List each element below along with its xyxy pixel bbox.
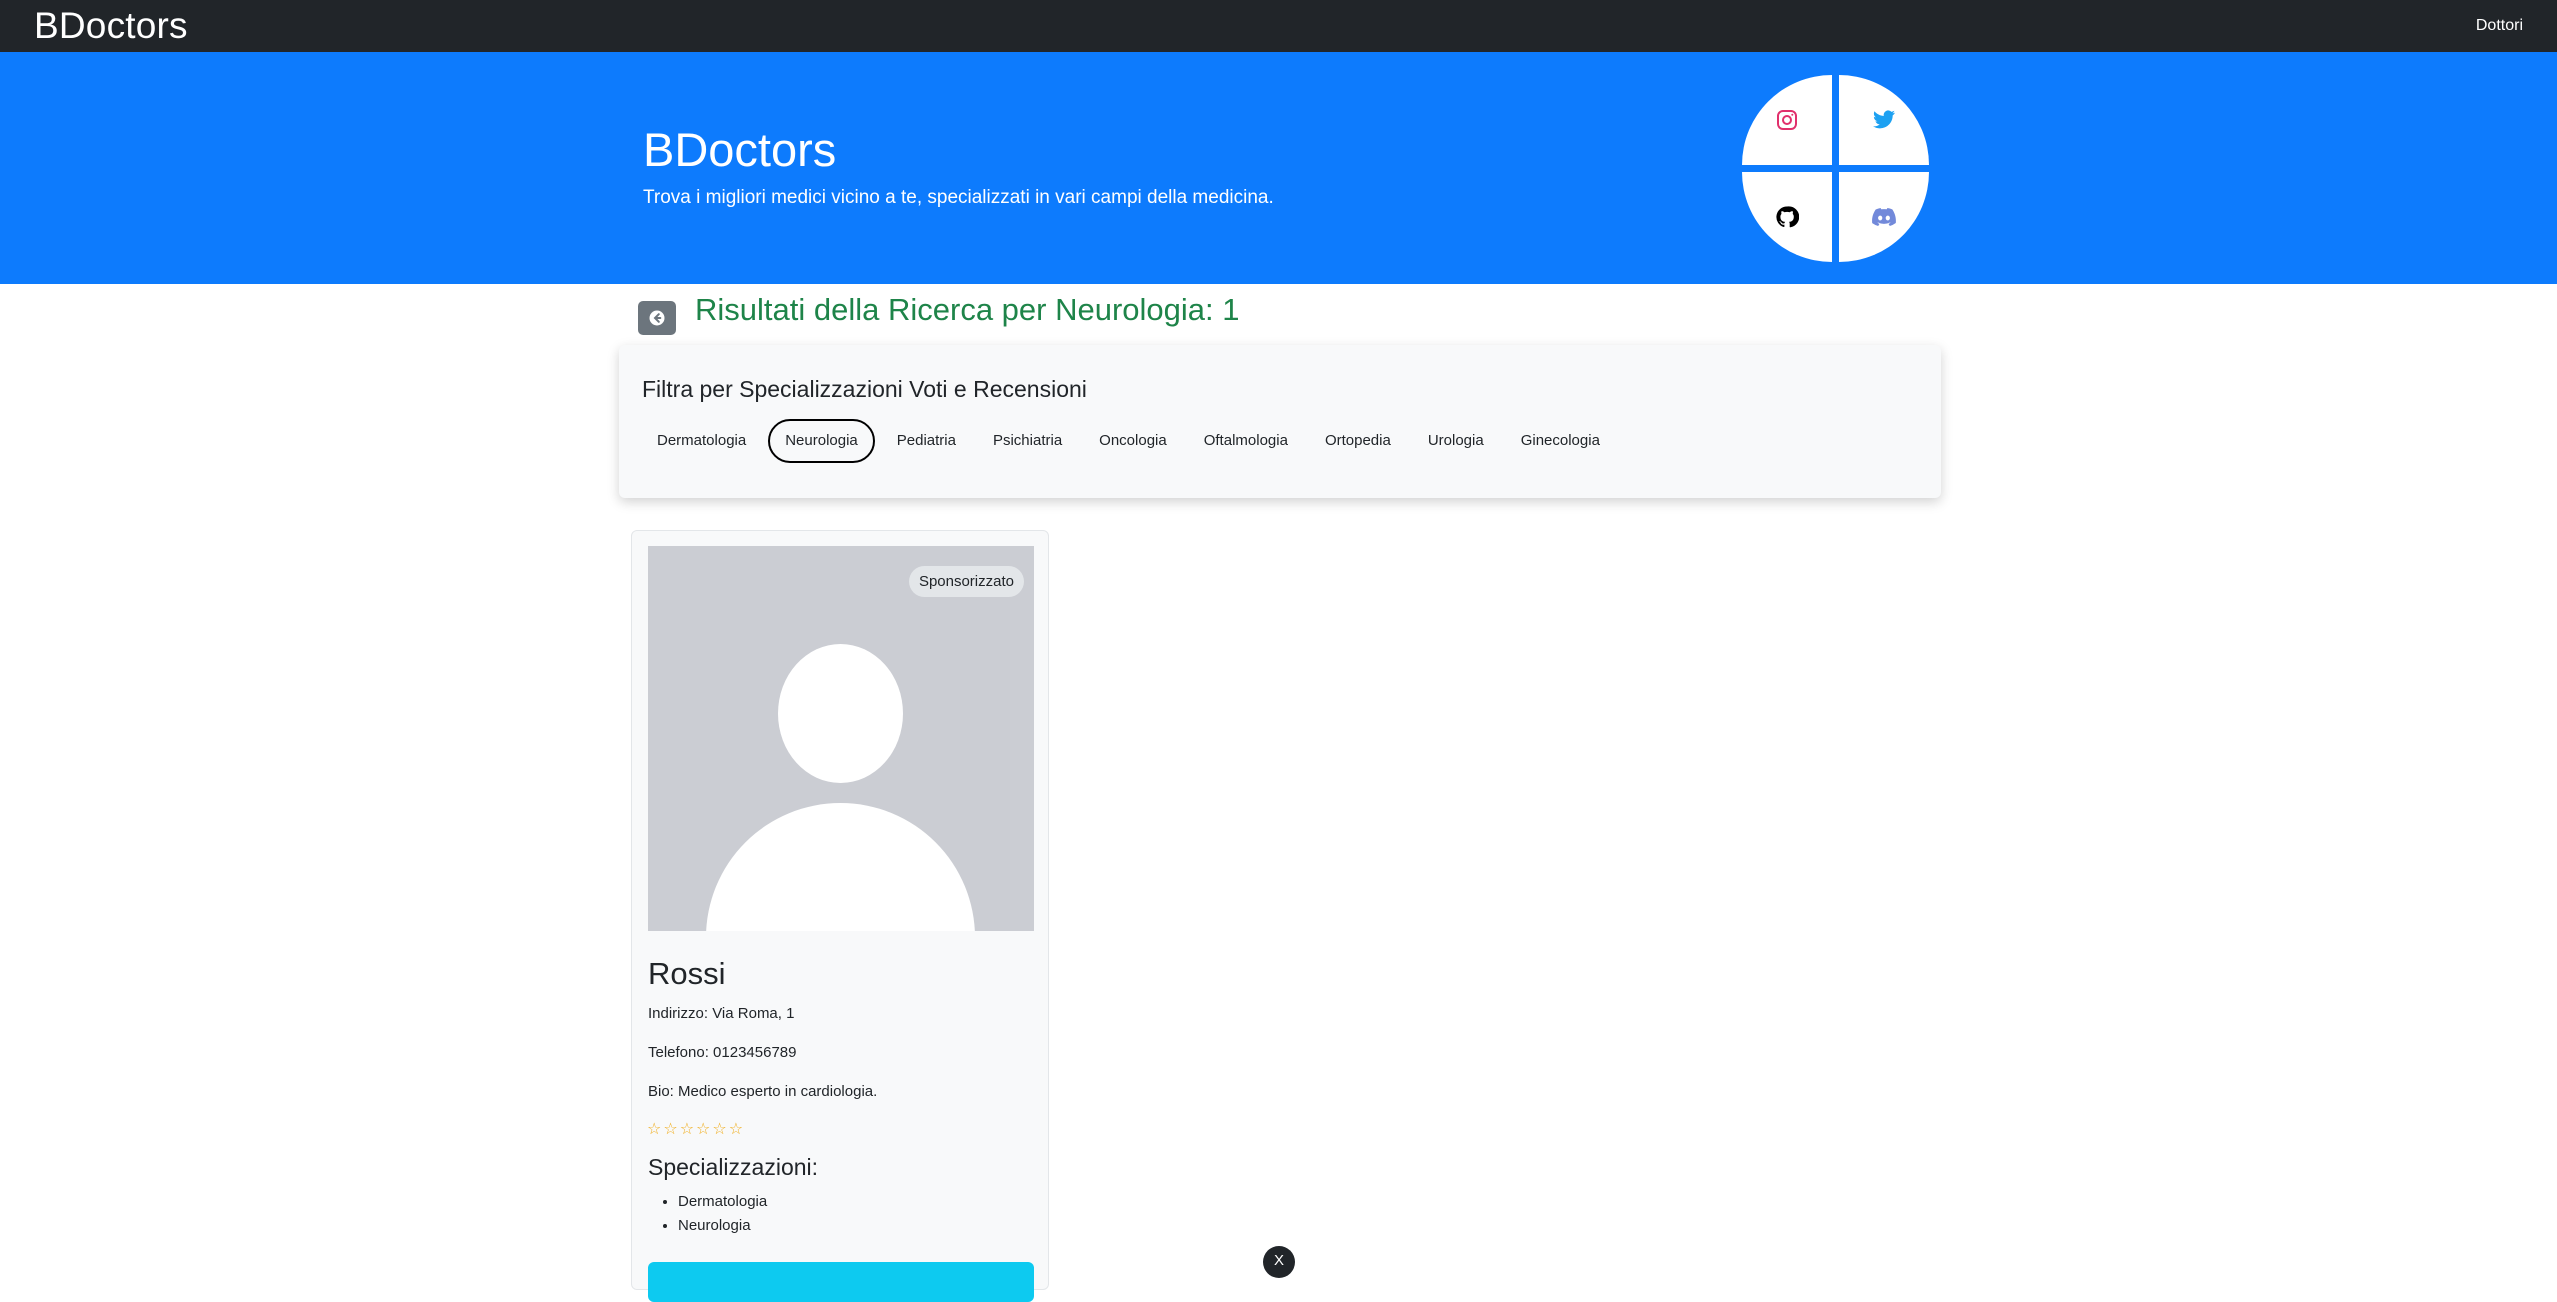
doctor-name: Rossi [648,956,726,991]
github-icon [1776,206,1799,228]
pill-urologia[interactable]: Urologia [1413,419,1499,463]
star-empty-icon: ☆ [696,1121,711,1138]
discord-link[interactable] [1839,172,1929,262]
filter-title: Filtra per Specializzazioni Voti e Recen… [642,376,1087,402]
twitter-icon [1873,110,1895,129]
hero-banner: BDoctors Trova i migliori medici vicino … [0,52,2557,284]
github-link[interactable] [1742,172,1832,262]
close-icon[interactable]: X [1263,1246,1295,1278]
results-title: Risultati della Ricerca per Neurologia: … [695,292,1240,327]
specializations-list: Dermatologia Neurologia [678,1193,767,1241]
star-empty-icon: ☆ [712,1121,727,1138]
social-links [1742,75,1929,262]
star-empty-icon: ☆ [663,1121,678,1138]
specialization-pills: Dermatologia Neurologia Pediatria Psichi… [642,419,1622,463]
doctor-details-button[interactable] [648,1262,1034,1302]
pill-oftalmologia[interactable]: Oftalmologia [1189,419,1303,463]
star-empty-icon: ☆ [647,1121,662,1138]
top-navbar: BDoctors Dottori [0,0,2557,52]
specializations-title: Specializzazioni: [648,1154,819,1180]
discord-icon [1872,208,1896,226]
filter-card: Filtra per Specializzazioni Voti e Recen… [619,345,1941,498]
back-button[interactable] [638,301,676,335]
instagram-link[interactable] [1742,75,1832,165]
list-item: Neurologia [678,1217,767,1234]
pill-neurologia[interactable]: Neurologia [768,419,875,463]
star-empty-icon: ☆ [728,1121,744,1138]
pill-ginecologia[interactable]: Ginecologia [1506,419,1615,463]
pill-dermatologia[interactable]: Dermatologia [642,419,761,463]
hero-subtitle: Trova i migliori medici vicino a te, spe… [643,187,1274,208]
sponsored-badge: Sponsorizzato [908,566,1024,597]
rating-stars: ☆ ☆ ☆ ☆ ☆ ☆ [647,1122,743,1138]
doctor-phone: Telefono: 0123456789 [648,1044,797,1061]
brand-logo[interactable]: BDoctors [34,5,188,47]
pill-oncologia[interactable]: Oncologia [1084,419,1182,463]
avatar-head-shape [778,644,903,783]
pill-ortopedia[interactable]: Ortopedia [1310,419,1406,463]
nav-link-dottori[interactable]: Dottori [2476,17,2523,35]
twitter-link[interactable] [1839,75,1929,165]
doctor-card[interactable]: Sponsorizzato Rossi Indirizzo: Via Roma,… [631,530,1049,1302]
doctor-address: Indirizzo: Via Roma, 1 [648,1005,795,1022]
hero-title: BDoctors [643,123,837,176]
avatar-body-shape [706,803,975,931]
pill-psichiatria[interactable]: Psichiatria [978,419,1077,463]
star-empty-icon: ☆ [679,1121,695,1138]
pill-pediatria[interactable]: Pediatria [882,419,971,463]
instagram-icon [1777,110,1797,130]
doctor-avatar: Sponsorizzato [648,546,1034,931]
doctor-bio: Bio: Medico esperto in cardiologia. [648,1083,878,1100]
arrow-left-icon [649,310,665,326]
list-item: Dermatologia [678,1193,767,1210]
